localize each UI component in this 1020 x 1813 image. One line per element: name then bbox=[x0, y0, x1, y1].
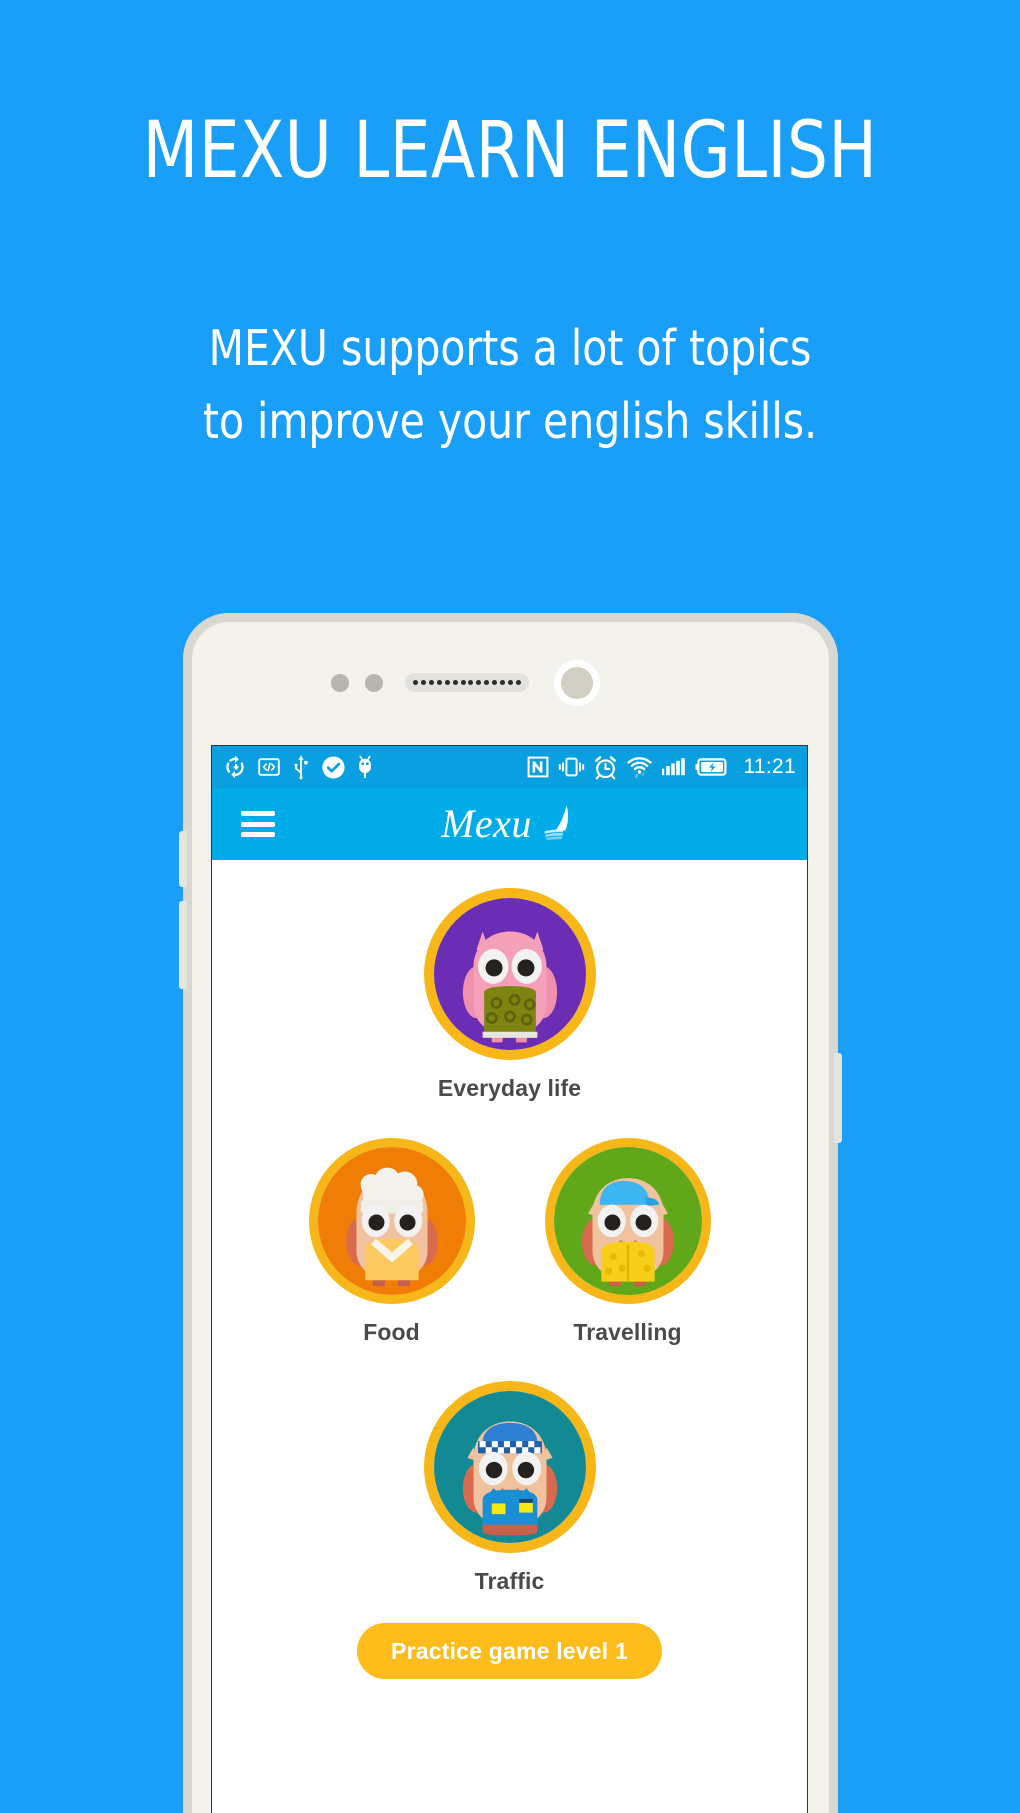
developer-mode-icon bbox=[258, 758, 280, 776]
avatar-everyday-life[interactable] bbox=[423, 888, 596, 1060]
volume-down-button[interactable] bbox=[179, 901, 187, 989]
alarm-icon bbox=[594, 755, 616, 779]
police-character-icon bbox=[433, 1391, 586, 1543]
practice-game-button[interactable]: Practice game level 1 bbox=[357, 1623, 662, 1679]
avatar-travelling[interactable] bbox=[544, 1138, 711, 1304]
topic-label: Everyday life bbox=[437, 1075, 582, 1101]
page-title: MEXU LEARN ENGLISH bbox=[142, 106, 878, 196]
sync-icon bbox=[226, 755, 244, 779]
brand-title: Mexu bbox=[441, 801, 532, 846]
topic-row-2: Food Travelling bbox=[212, 1102, 807, 1346]
volume-up-button[interactable] bbox=[179, 831, 187, 887]
subtitle-line-1: MEXU supports a lot of topics bbox=[208, 320, 812, 377]
android-debug-icon bbox=[359, 755, 371, 779]
signal-bars-icon bbox=[661, 758, 685, 776]
topic-everyday-life[interactable]: Everyday life bbox=[410, 888, 610, 1102]
check-circle-icon bbox=[322, 755, 345, 779]
battery-charging-icon bbox=[694, 758, 727, 776]
proximity-sensor-icon bbox=[331, 674, 349, 692]
cta-container: Practice game level 1 bbox=[212, 1595, 807, 1679]
topic-row-1: Everyday life bbox=[212, 860, 807, 1102]
phone-mockup: 11:21 Mexu Everyday life Food Travelling… bbox=[179, 613, 842, 1813]
chef-character-icon bbox=[317, 1147, 466, 1295]
status-bar-clock: 11:21 bbox=[743, 755, 796, 778]
open-book-icon bbox=[544, 805, 569, 841]
topic-label: Travelling bbox=[573, 1319, 682, 1345]
topic-row-3: Traffic bbox=[212, 1346, 807, 1595]
pink-cat-character-icon bbox=[433, 898, 586, 1050]
wifi-icon bbox=[626, 757, 652, 779]
topic-label: Food bbox=[363, 1319, 420, 1345]
vibrate-icon bbox=[558, 757, 584, 777]
avatar-traffic[interactable] bbox=[423, 1381, 596, 1553]
phone-sensor-row bbox=[183, 660, 838, 706]
power-button[interactable] bbox=[834, 1053, 842, 1143]
app-brand: Mexu bbox=[212, 804, 807, 844]
tourist-character-icon bbox=[553, 1147, 702, 1295]
hamburger-menu-icon[interactable] bbox=[241, 811, 275, 837]
topic-travelling[interactable]: Travelling bbox=[528, 1138, 728, 1346]
phone-screen: 11:21 Mexu Everyday life Food Travelling… bbox=[211, 745, 808, 1813]
nfc-icon bbox=[527, 756, 548, 778]
status-bar: 11:21 bbox=[212, 746, 807, 788]
subtitle-line-2: to improve your english skills. bbox=[202, 393, 818, 450]
app-toolbar: Mexu bbox=[212, 788, 807, 860]
avatar-food[interactable] bbox=[308, 1138, 475, 1304]
light-sensor-icon bbox=[365, 674, 383, 692]
topic-list: Everyday life Food Travelling Traffic Pr… bbox=[212, 860, 807, 1813]
front-camera-icon bbox=[554, 660, 600, 706]
topic-traffic[interactable]: Traffic bbox=[410, 1381, 610, 1595]
topic-food[interactable]: Food bbox=[292, 1138, 492, 1346]
promo-banner: MEXU LEARN ENGLISH MEXU supports a lot o… bbox=[0, 0, 1020, 1813]
speaker-grille bbox=[413, 679, 521, 686]
status-bar-right-icons: 11:21 bbox=[526, 755, 800, 780]
usb-icon bbox=[294, 755, 308, 780]
topic-label: Traffic bbox=[474, 1568, 545, 1594]
status-bar-left-icons bbox=[222, 754, 375, 780]
page-subtitle: MEXU supports a lot of topics to improve… bbox=[36, 312, 985, 458]
